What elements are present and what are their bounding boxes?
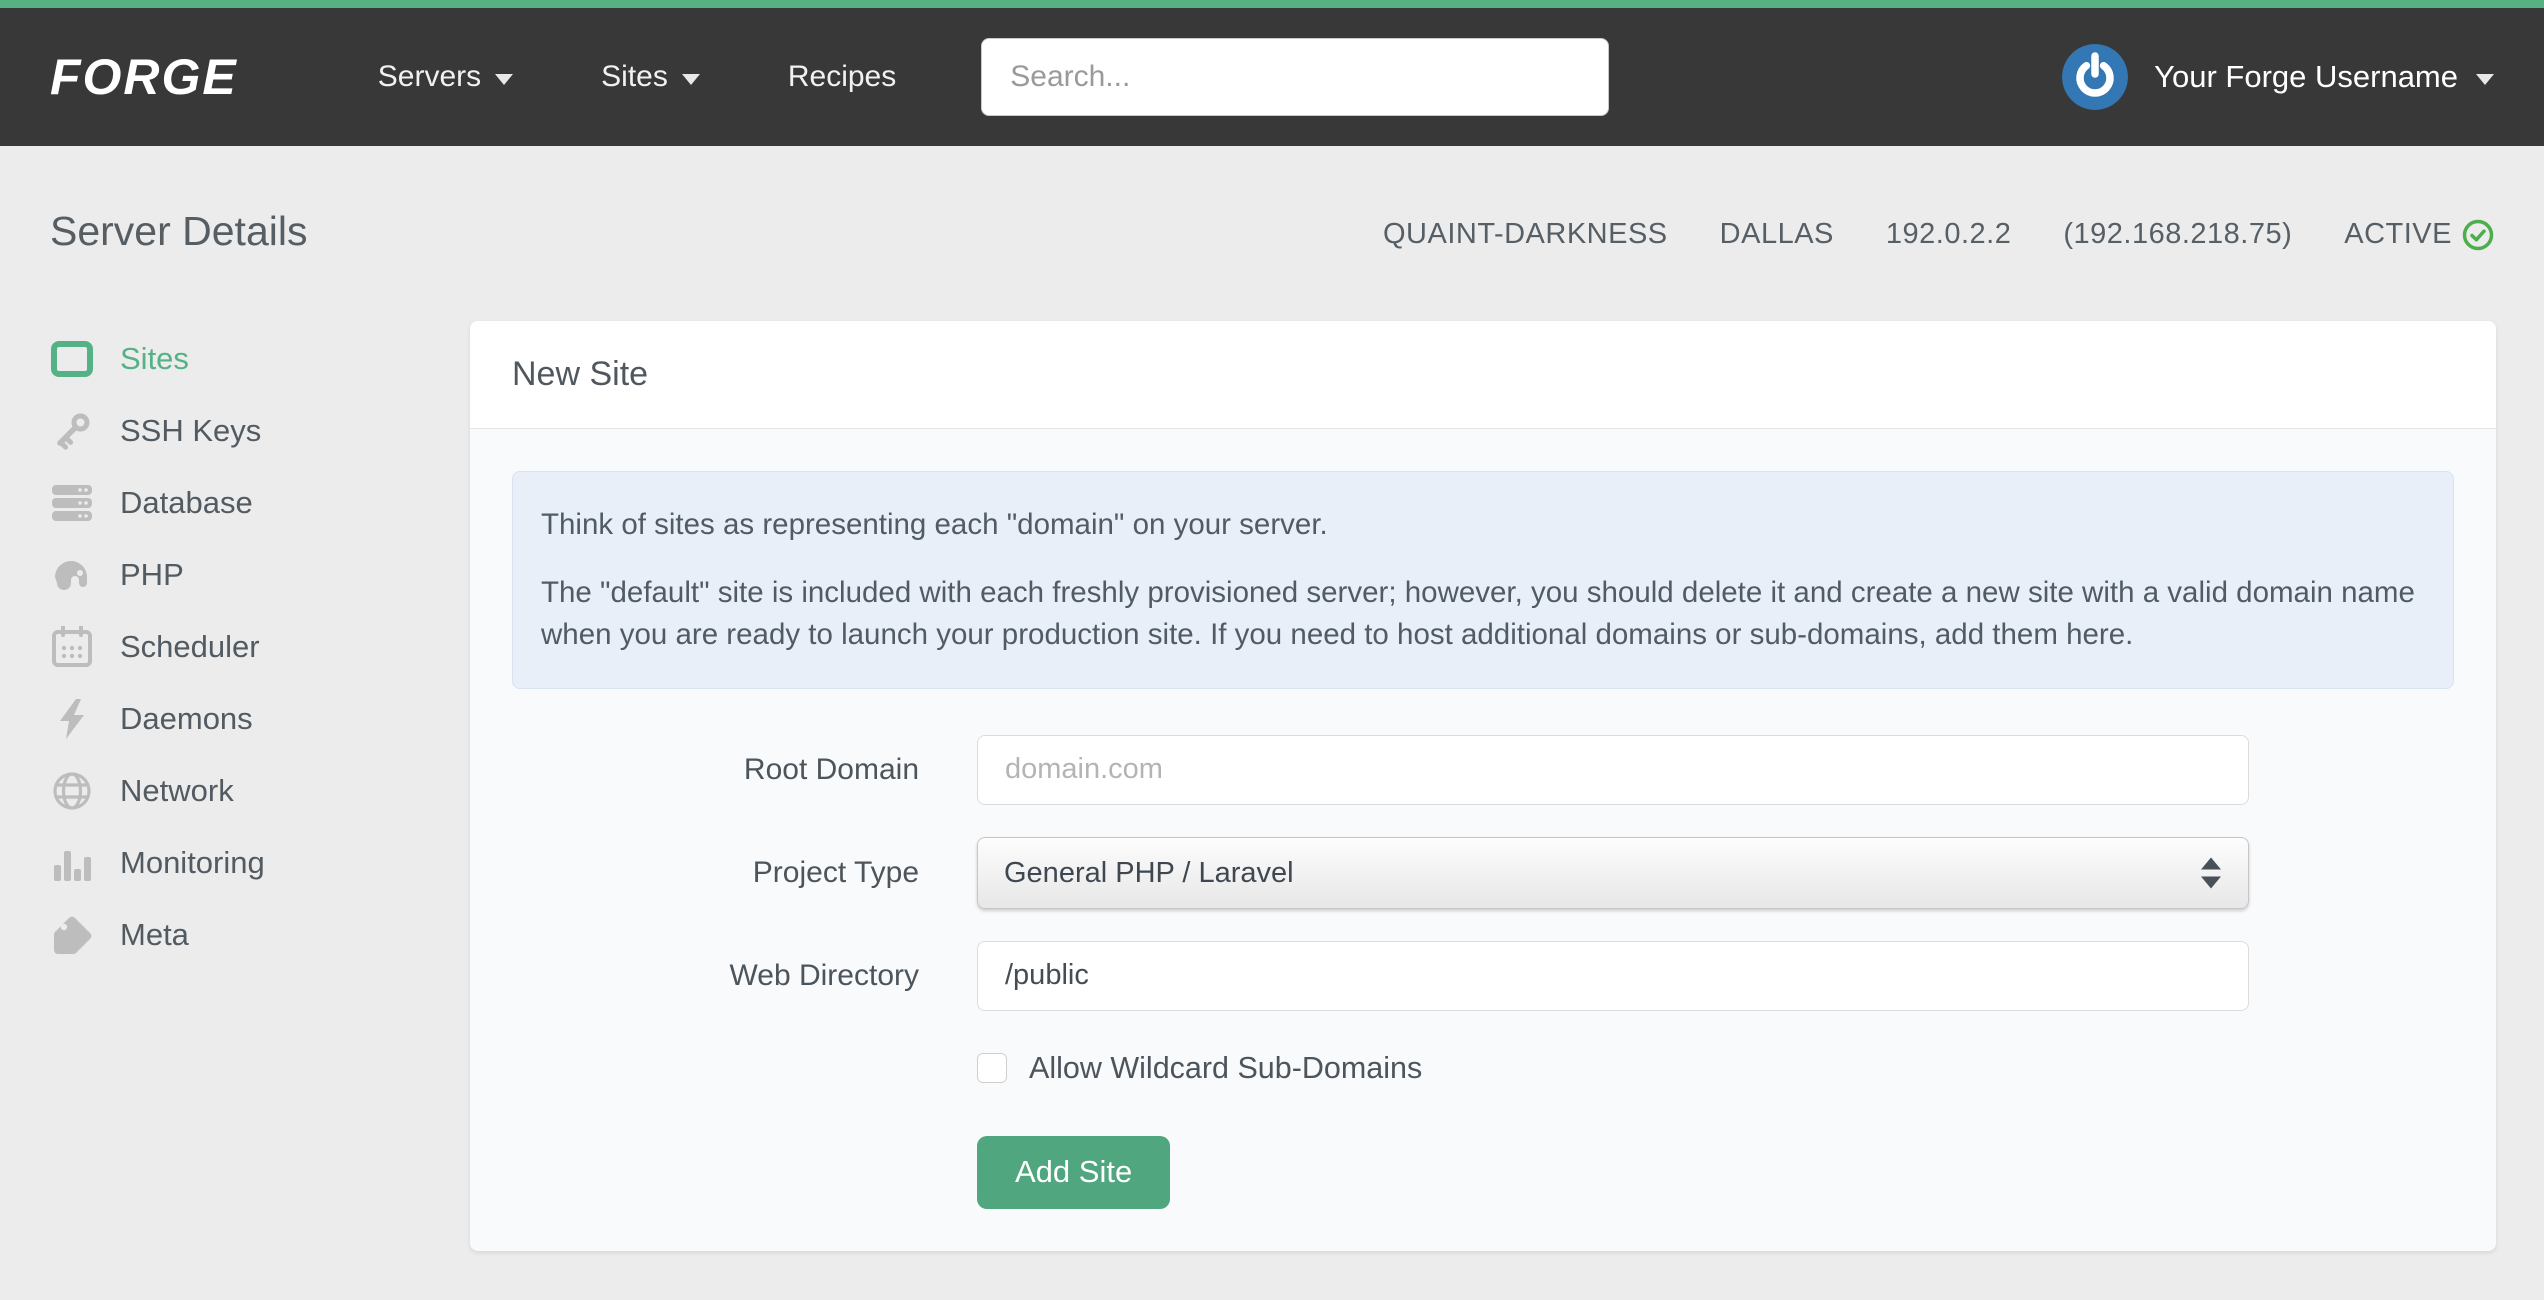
server-status: ACTIVE: [2344, 218, 2494, 251]
elephant-icon: [50, 555, 94, 595]
add-site-button[interactable]: Add Site: [977, 1135, 1171, 1209]
page-header: Server Details QUAINT-DARKNESS DALLAS 19…: [0, 208, 2544, 255]
user-menu[interactable]: Your Forge Username: [2062, 44, 2494, 110]
page-title: Server Details: [50, 208, 308, 254]
server-region: DALLAS: [1719, 218, 1834, 250]
forge-logo[interactable]: FORGE: [50, 48, 238, 106]
sidebar-item-php[interactable]: PHP: [50, 539, 470, 611]
sidebar-item-label: Monitoring: [120, 845, 265, 880]
nav-item-sites-label: Sites: [601, 60, 668, 93]
lightning-icon: [50, 698, 94, 740]
sidebar-item-label: Daemons: [120, 701, 253, 736]
root-domain-row: Root Domain: [512, 734, 2454, 805]
nav-links: Servers Sites Recipes: [378, 60, 896, 94]
sidebar-item-label: PHP: [120, 557, 184, 592]
sidebar-item-label: Sites: [120, 341, 189, 376]
new-site-card: New Site Think of sites as representing …: [470, 321, 2496, 1251]
root-domain-input[interactable]: [977, 734, 2249, 805]
sidebar-item-scheduler[interactable]: Scheduler: [50, 611, 470, 683]
sidebar-item-meta[interactable]: Meta: [50, 899, 470, 971]
project-type-label: Project Type: [752, 855, 919, 889]
sidebar-item-daemons[interactable]: Daemons: [50, 683, 470, 755]
nav-item-servers[interactable]: Servers: [377, 60, 514, 94]
nav-item-recipes[interactable]: Recipes: [788, 60, 896, 94]
sidebar-item-monitoring[interactable]: Monitoring: [50, 827, 470, 899]
sidebar-item-sites[interactable]: Sites: [50, 323, 470, 395]
info-box: Think of sites as representing each "dom…: [512, 471, 2454, 689]
database-icon: [50, 483, 94, 523]
card-header: New Site: [470, 321, 2496, 429]
search-wrap: [981, 38, 1610, 116]
wildcard-row: Allow Wildcard Sub-Domains: [977, 1051, 2454, 1086]
calendar-icon: [50, 626, 94, 668]
info-paragraph-2: The "default" site is included with each…: [541, 575, 2415, 651]
sidebar-item-label: Meta: [120, 917, 189, 952]
card-body: Think of sites as representing each "dom…: [470, 429, 2496, 1251]
project-type-select-wrap: General PHP / Laravel: [977, 836, 2249, 909]
sidebar-item-ssh-keys[interactable]: SSH Keys: [50, 395, 470, 467]
server-ip: 192.0.2.2: [1885, 218, 2012, 250]
tag-icon: [50, 914, 94, 956]
sidebar-item-label: Database: [120, 485, 253, 520]
info-paragraph-1: Think of sites as representing each "dom…: [541, 508, 1328, 541]
sidebar-item-network[interactable]: Network: [50, 755, 470, 827]
nav-item-recipes-label: Recipes: [787, 60, 897, 93]
status-badge: ACTIVE: [2344, 218, 2452, 250]
server-name: QUAINT-DARKNESS: [1382, 218, 1668, 250]
power-icon: [2062, 44, 2129, 110]
main-content: Sites SSH Keys Database PHP Scheduler Da…: [0, 321, 2544, 1251]
brand-accent-strip: [0, 0, 2544, 8]
server-private-ip: (192.168.218.75): [2063, 218, 2293, 250]
nav-item-servers-label: Servers: [377, 60, 482, 93]
wildcard-checkbox[interactable]: [977, 1053, 1007, 1084]
web-directory-row: Web Directory: [512, 940, 2454, 1011]
check-circle-icon: [2462, 219, 2494, 250]
wildcard-label: Allow Wildcard Sub-Domains: [1029, 1050, 1423, 1085]
chevron-down-icon: [681, 73, 700, 85]
project-type-row: Project Type General PHP / Laravel: [512, 836, 2454, 909]
chevron-down-icon: [2476, 73, 2494, 85]
bar-chart-icon: [50, 843, 94, 883]
project-type-select[interactable]: General PHP / Laravel: [977, 836, 2249, 909]
web-directory-input[interactable]: [977, 940, 2249, 1011]
card-title: New Site: [512, 355, 649, 393]
root-domain-label: Root Domain: [743, 752, 919, 786]
sidebar-item-database[interactable]: Database: [50, 467, 470, 539]
browser-icon: [50, 341, 94, 377]
search-input[interactable]: [981, 38, 1610, 116]
key-icon: [50, 410, 94, 452]
forge-app: FORGE Servers Sites Recipes Search... Yo…: [0, 0, 2544, 1300]
top-navbar: FORGE Servers Sites Recipes Search... Yo…: [0, 8, 2544, 146]
web-directory-label: Web Directory: [729, 958, 920, 992]
server-meta: QUAINT-DARKNESS DALLAS 192.0.2.2 (192.16…: [1383, 218, 2494, 255]
globe-icon: [50, 770, 94, 812]
chevron-down-icon: [495, 73, 514, 85]
sidebar-item-label: SSH Keys: [120, 413, 262, 448]
sidebar-item-label: Network: [120, 773, 234, 808]
sidebar-item-label: Scheduler: [120, 629, 260, 664]
username: Your Forge Username: [2154, 59, 2494, 95]
sidebar: Sites SSH Keys Database PHP Scheduler Da…: [50, 321, 470, 971]
nav-item-sites[interactable]: Sites: [601, 60, 700, 94]
